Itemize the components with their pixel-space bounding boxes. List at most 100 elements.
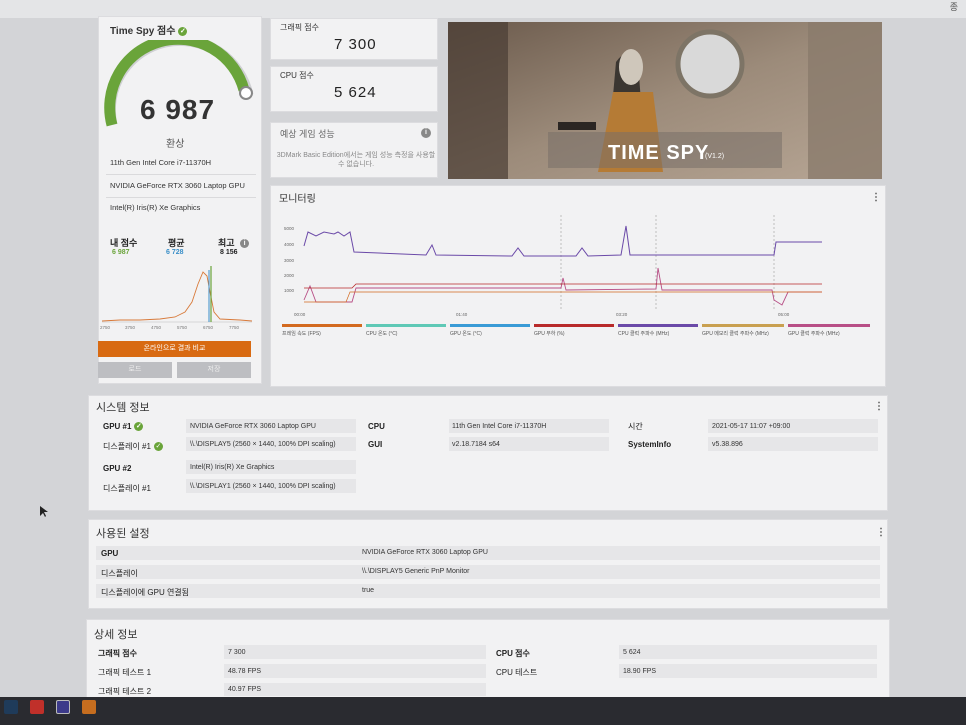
hw-gpu2: Intel(R) Iris(R) Xe Graphics xyxy=(110,203,201,212)
sys-display2-label: 디스플레이 #1 xyxy=(103,484,151,493)
window-corner-label: 종 xyxy=(949,2,958,12)
hist-tick: 2750 xyxy=(100,325,111,330)
info-icon[interactable]: i xyxy=(240,239,250,249)
stat-best-value: 8 156 xyxy=(220,249,238,256)
details-gt1-value: 48.78 FPS xyxy=(228,668,262,675)
compare-online-button[interactable]: 온라인으로 결과 비교 xyxy=(98,341,251,357)
hist-axis-labels: 2750 3750 4750 5750 6750 7750 xyxy=(100,325,240,330)
y-tick-labels: 5000 4000 3000 2000 1000 xyxy=(284,226,295,293)
settings-display-label: 디스플레이 xyxy=(101,569,138,578)
taskbar xyxy=(0,697,966,725)
sys-gpu2-value: Intel(R) Iris(R) Xe Graphics xyxy=(190,464,275,471)
settings-title: 사용된 설정 xyxy=(96,528,150,540)
legend-gpu-temp: GPU 온도 (°C) xyxy=(450,331,482,337)
hist-tick: 4750 xyxy=(151,325,162,330)
stat-avg-value: 6 728 xyxy=(166,249,184,256)
details-cpu-test-value: 18.90 FPS xyxy=(623,668,657,675)
row-bg xyxy=(224,683,486,696)
stat-best-label: 최고 i xyxy=(218,236,250,249)
legend-gpu-clock: GPU 클럭 주파수 (MHz) xyxy=(788,331,840,337)
app-window-icon[interactable] xyxy=(56,700,70,714)
stat-mine-label: 내 점수 xyxy=(110,238,138,248)
details-cpu-score-value: 5 624 xyxy=(623,649,641,656)
sys-gpu1-label: GPU #1 ✓ xyxy=(103,422,144,432)
legend-swatch-gpu-clock xyxy=(788,324,870,327)
sys-gpu2-label: GPU #2 xyxy=(103,464,132,473)
sys-gui-value: v2.18.7184 s64 xyxy=(452,441,500,448)
settings-gpu-value: NVIDIA GeForce RTX 3060 Laptop GPU xyxy=(362,549,488,556)
hero-version: (V1.2) xyxy=(705,153,725,160)
series-frame-rate xyxy=(304,291,822,303)
sys-display2-value: \\.\DISPLAY1 (2560 × 1440, 100% DPI scal… xyxy=(190,483,336,490)
x-tick: 03:20 xyxy=(616,312,628,317)
score-rating: 환상 xyxy=(166,139,185,150)
settings-connected-label: 디스플레이에 GPU 연결됨 xyxy=(101,588,190,597)
3dmark-icon[interactable] xyxy=(82,700,96,714)
series-cpu-clock xyxy=(303,225,822,257)
row-bg xyxy=(96,546,880,560)
hist-curve xyxy=(101,271,253,322)
hist-tick: 6750 xyxy=(203,325,214,330)
row-bg xyxy=(619,664,877,678)
stat-avg-label: 평균 xyxy=(168,238,185,248)
legend-gpu-mem-clock: GPU 메모리 클럭 주파수 (MHz) xyxy=(702,331,769,337)
cpu-score-label: CPU 점수 xyxy=(280,71,314,80)
y-tick: 1000 xyxy=(284,288,295,293)
settings-display-value: \\.\DISPLAY5 Generic PnP Monitor xyxy=(362,568,470,575)
legend-frame-rate: 프레임 속도 (FPS) xyxy=(282,331,321,337)
cpu-score-value: 5 624 xyxy=(334,84,377,101)
hist-tick: 7750 xyxy=(229,325,240,330)
series-gpu-clock xyxy=(303,267,822,306)
system-info-title: 시스템 정보 xyxy=(96,402,150,414)
save-button[interactable]: 저장 xyxy=(177,362,251,378)
legend-cpu-clock: CPU 클럭 주파수 (MHz) xyxy=(618,331,670,337)
monitoring-chart: 5000 4000 3000 2000 1000 00:00 01:40 03:… xyxy=(284,215,822,317)
stat-mine-value: 6 987 xyxy=(112,249,130,256)
sys-time-label: 시간 xyxy=(628,422,643,431)
legend-swatch-cpu-temp xyxy=(366,324,446,327)
system-info-menu-icon[interactable]: ⋮ xyxy=(874,401,884,412)
score-title: Time Spy 점수 ✓ xyxy=(110,26,188,37)
hist-tick: 3750 xyxy=(125,325,136,330)
y-tick: 2000 xyxy=(284,273,295,278)
row-bg xyxy=(224,664,486,678)
legend-swatch-cpu-clock xyxy=(618,324,698,327)
check-icon: ✓ xyxy=(178,26,188,36)
app-bolt-icon[interactable] xyxy=(30,700,44,714)
legend-cpu-temp: CPU 온도 (°C) xyxy=(366,331,398,337)
divider xyxy=(106,174,256,175)
row-bg xyxy=(224,645,486,659)
sys-systeminfo-label: SystemInfo xyxy=(628,440,672,449)
load-button[interactable]: 로드 xyxy=(98,362,172,378)
y-tick: 3000 xyxy=(284,258,295,263)
settings-connected-value: true xyxy=(362,587,375,594)
details-title: 상세 정보 xyxy=(94,629,138,641)
estimate-title: 예상 게임 성능 xyxy=(280,129,335,139)
sys-display1-label: 디스플레이 #1 ✓ xyxy=(103,442,163,452)
settings-menu-icon[interactable]: ⋮ xyxy=(876,527,886,538)
hero-title: TIME SPY xyxy=(608,142,710,164)
hw-gpu1: NVIDIA GeForce RTX 3060 Laptop GPU xyxy=(110,181,245,190)
legend-gpu-load: GPU 부하 (%) xyxy=(534,331,565,337)
settings-gpu-label: GPU xyxy=(101,549,119,558)
monitoring-menu-icon[interactable]: ⋮ xyxy=(871,192,881,203)
legend-swatch-frame-rate xyxy=(282,324,362,327)
series-gpu-load xyxy=(304,283,822,289)
divider xyxy=(106,197,256,198)
x-tick: 05:00 xyxy=(778,312,790,317)
monitoring-title: 모니터링 xyxy=(279,194,316,205)
x-tick-labels: 00:00 01:40 03:20 05:00 xyxy=(294,312,790,317)
legend-swatch-gpu-mem-clock xyxy=(702,324,784,327)
legend-swatch-gpu-load xyxy=(534,324,614,327)
sys-systeminfo-value: v5.38.896 xyxy=(712,441,743,448)
sys-cpu-label: CPU xyxy=(368,422,385,431)
details-panel xyxy=(86,619,890,699)
total-score: 6 987 xyxy=(140,94,216,125)
sys-gui-label: GUI xyxy=(368,440,383,449)
sys-display1-value: \\.\DISPLAY5 (2560 × 1440, 100% DPI scal… xyxy=(190,441,336,448)
info-icon[interactable]: i xyxy=(421,128,431,138)
check-icon: ✓ xyxy=(153,442,163,452)
steam-icon[interactable] xyxy=(4,700,18,714)
check-icon: ✓ xyxy=(134,422,144,432)
estimate-text: 3DMark Basic Edition에서는 게임 성능 측정을 사용할 수 … xyxy=(276,152,436,168)
